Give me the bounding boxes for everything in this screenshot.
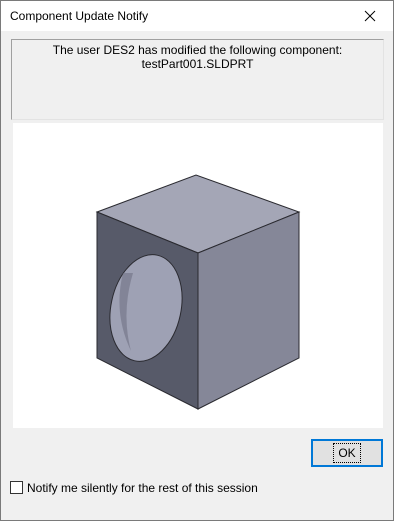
message-line-user: The user DES2 has modified the following… [52, 43, 343, 57]
notify-silently-row[interactable]: Notify me silently for the rest of this … [10, 480, 258, 495]
close-icon [364, 10, 376, 22]
message-panel: The user DES2 has modified the following… [11, 39, 384, 120]
ok-button-label: OK [333, 443, 361, 463]
close-button[interactable] [347, 1, 393, 31]
ok-button[interactable]: OK [311, 439, 383, 467]
dialog-title: Component Update Notify [10, 9, 149, 23]
part-preview [13, 123, 383, 428]
title-bar: Component Update Notify [1, 1, 393, 31]
notify-silently-checkbox[interactable] [10, 481, 23, 494]
notify-silently-label[interactable]: Notify me silently for the rest of this … [27, 481, 258, 495]
message-line-filename: testPart001.SLDPRT [141, 57, 254, 71]
part-preview-cube-icon [95, 174, 301, 410]
component-update-dialog: Component Update Notify The user DES2 ha… [0, 0, 394, 521]
